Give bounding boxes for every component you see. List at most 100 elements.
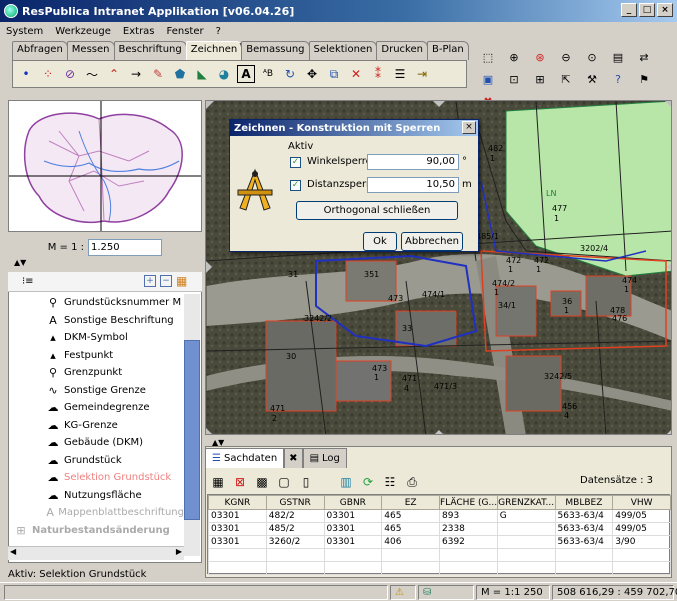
layer-hscrollbar[interactable]: ◀ ▶ [8, 546, 184, 560]
flag-icon[interactable]: ⚑ [634, 70, 654, 88]
rotate-tool-icon[interactable]: ↻ [281, 65, 299, 83]
column-header[interactable]: VHW [612, 495, 671, 510]
table-row[interactable]: 03301 485/2 03301 465 2338 5633-63/4 499/05 [208, 522, 671, 536]
pan-icon[interactable]: ⇄ [634, 48, 654, 66]
distanz-checkbox[interactable]: ✓ [290, 180, 301, 191]
table-window-icon[interactable]: ▢ [275, 473, 293, 491]
columns-icon[interactable]: ☷ [381, 473, 399, 491]
polyline-tool-icon[interactable]: 〜 [83, 65, 101, 83]
layer-item[interactable]: A Mappenblattbeschriftung [14, 504, 184, 522]
layer-item[interactable]: ⚲ Grundstücksnummer M [14, 294, 184, 312]
column-header[interactable]: FLÄCHE (G... [439, 495, 498, 510]
delete-tool-icon[interactable]: ✕ [347, 65, 365, 83]
layer-item[interactable]: ▴ Festpunkt [14, 347, 184, 365]
ok-button[interactable]: Ok [363, 232, 397, 251]
menu-extras[interactable]: Extras [123, 26, 155, 37]
scroll-left-icon[interactable]: ◀ [10, 547, 16, 556]
layer-item[interactable]: ☁ Gebäude (DKM) [14, 434, 184, 452]
column-header[interactable]: KGNR [208, 495, 267, 510]
layer-item[interactable]: ☁ Nutzungsfläche [14, 487, 184, 505]
scale-input[interactable] [88, 238, 162, 256]
tab-bemassung[interactable]: Bemassung [241, 41, 310, 60]
point-tool-icon[interactable]: • [17, 65, 35, 83]
pie-tool-icon[interactable]: ◕ [215, 65, 233, 83]
tab-b-plan[interactable]: B-Plan [426, 41, 469, 60]
arrow-line-tool-icon[interactable]: → [127, 65, 145, 83]
layer-item[interactable]: ☁ KG-Grenze [14, 417, 184, 435]
layer-item[interactable]: A Sonstige Beschriftung [14, 312, 184, 330]
column-header[interactable]: EZ [381, 495, 440, 510]
tab-zeichnen[interactable]: Zeichnen [185, 41, 243, 60]
tab-messen[interactable]: Messen [66, 41, 115, 60]
column-header[interactable]: GRENZKAT... [496, 495, 556, 510]
zoom-in-icon[interactable]: ⊕ [504, 48, 524, 66]
db-icon[interactable]: ⛁ [418, 585, 474, 600]
collapse-all-icon[interactable]: − [160, 275, 172, 287]
layer-settings-icon[interactable]: ▦ [176, 274, 187, 288]
dialog-close-button[interactable]: × [462, 121, 476, 134]
zoom-extent-icon[interactable]: ⊙ [582, 48, 602, 66]
close-button[interactable]: × [657, 3, 673, 17]
layer-item[interactable]: ☁ Gemeindegrenze [14, 399, 184, 417]
filter-icon[interactable]: ▥ [337, 473, 355, 491]
grid-icon[interactable]: ⊞ [530, 70, 550, 88]
orthogonal-close-button[interactable]: Orthogonal schließen [296, 201, 458, 220]
menu-fenster[interactable]: Fenster [167, 26, 204, 37]
winkel-checkbox[interactable]: ✓ [290, 157, 301, 168]
print-icon[interactable]: ⎙ [403, 473, 421, 491]
help-icon[interactable]: ? [608, 70, 628, 88]
layer-scroll-thumb[interactable] [184, 340, 200, 520]
copy-tool-icon[interactable]: ⧉ [325, 65, 343, 83]
maximize-button[interactable]: □ [639, 3, 655, 17]
delete-points-tool-icon[interactable]: ⁑ [369, 65, 387, 83]
tab-sachdaten[interactable]: ☰ Sachdaten [205, 448, 285, 468]
polygon-tool-icon[interactable]: ⬟ [171, 65, 189, 83]
exit-tool-icon[interactable]: ⇥ [413, 65, 431, 83]
move-tool-icon[interactable]: ✥ [303, 65, 321, 83]
minimize-button[interactable]: _ [621, 3, 637, 17]
expand-all-icon[interactable]: + [144, 275, 156, 287]
zoom-out-icon[interactable]: ⊖ [556, 48, 576, 66]
list-tool-icon[interactable]: ☰ [391, 65, 409, 83]
pencil-tool-icon[interactable]: ✎ [149, 65, 167, 83]
tab-log[interactable]: ▤ Log [302, 448, 347, 468]
tab-close-icon[interactable]: ✖ [284, 448, 303, 468]
zoom-area-icon[interactable]: ⊛ [530, 48, 550, 66]
column-header[interactable]: GSTNR [265, 495, 325, 510]
layer-tree-icon[interactable]: ⁝≡ [22, 276, 34, 287]
distanz-input[interactable]: 10,50 [367, 177, 459, 193]
text-box-tool-icon[interactable]: A [237, 65, 255, 83]
select-rect-icon[interactable]: ⬚ [478, 48, 498, 66]
warning-icon[interactable]: ⚠ [390, 585, 416, 600]
table-row[interactable]: 03301 482/2 03301 465 893 G 5633-63/4 499/05 [208, 509, 671, 523]
winkel-input[interactable]: 90,00 [367, 154, 459, 170]
menu-werkzeuge[interactable]: Werkzeuge [55, 26, 111, 37]
overview-map[interactable] [8, 100, 202, 232]
window-icon[interactable]: ⊡ [504, 70, 524, 88]
table-row[interactable]: 03301 3260/2 03301 406 6392 5633-63/4 3/90 [208, 535, 671, 549]
circle-tool-icon[interactable]: ⊘ [61, 65, 79, 83]
layer-item[interactable]: ∿ Sonstige Grenze [14, 382, 184, 400]
layer-item[interactable]: ☁ Grundstück [14, 452, 184, 470]
layer-item[interactable]: ⚲ Grenzpunkt [14, 364, 184, 382]
tab-beschriftung[interactable]: Beschriftung [113, 41, 187, 60]
layer-item[interactable]: ☁ Selektion Grundstück [14, 469, 184, 487]
scroll-right-icon[interactable]: ▶ [176, 547, 182, 556]
tools-icon[interactable]: ⚒ [582, 70, 602, 88]
layer-item[interactable]: ⊞ Naturbestandsänderung [14, 522, 184, 540]
cancel-button[interactable]: Abbrechen [401, 232, 463, 251]
column-header[interactable]: MBLBEZ [554, 495, 614, 510]
area-tool-icon[interactable]: ◣ [193, 65, 211, 83]
select-cursor-icon[interactable]: ⇱ [556, 70, 576, 88]
menu-help[interactable]: ? [216, 26, 221, 37]
table-edit-icon[interactable]: ▩ [253, 473, 271, 491]
tab-selektionen[interactable]: Selektionen [308, 41, 378, 60]
new-document-icon[interactable]: ▯ [297, 473, 315, 491]
text-ab-tool-icon[interactable]: ᴬB [259, 65, 277, 83]
splitter-arrows-icon[interactable]: ▲▼ [14, 258, 26, 267]
print-preview-icon[interactable]: ▤ [608, 48, 628, 66]
layer-item[interactable]: ▴ DKM-Symbol [14, 329, 184, 347]
tab-abfragen[interactable]: Abfragen [12, 41, 68, 60]
delete-columns-icon[interactable]: ⊠ [231, 473, 249, 491]
layer-icon[interactable]: ▣ [478, 70, 498, 88]
